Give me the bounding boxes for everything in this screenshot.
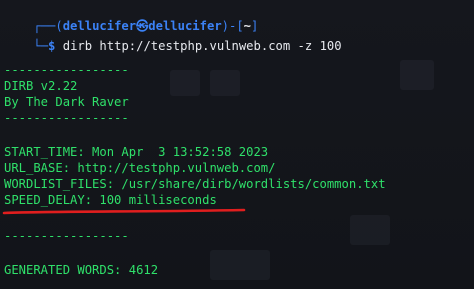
output-start-time: START_TIME: Mon Apr 3 13:52:58 2023: [4, 145, 269, 159]
command-name: dirb: [62, 39, 93, 53]
terminal-window[interactable]: ┌──(dellucifer㉿dellucifer)-[~] └─$ dirb …: [0, 0, 474, 289]
red-underline-annotation: [2, 208, 246, 215]
output-separator: -----------------: [4, 111, 129, 125]
output-separator: -----------------: [4, 63, 129, 77]
output-url-base: URL_BASE: http://testphp.vulnweb.com/: [4, 161, 276, 175]
output-banner-author: By The Dark Raver: [4, 95, 129, 109]
desktop-icon-ghost: [350, 215, 390, 245]
command-option-value: 100: [312, 39, 342, 53]
desktop-icon-ghost: [210, 250, 270, 280]
command-option: -z: [290, 39, 313, 53]
command-url-arg: http://testphp.vulnweb.com: [92, 39, 291, 53]
output-banner-title: DIRB v2.22: [4, 79, 78, 93]
prompt-corner-bottom: └─: [33, 39, 49, 53]
output-separator: -----------------: [4, 229, 129, 243]
desktop-icon-ghost: [400, 60, 434, 90]
command-line[interactable]: └─$ dirb http://testphp.vulnweb.com -z 1…: [4, 22, 341, 53]
desktop-icon-ghost: [170, 70, 200, 96]
output-generated-words: GENERATED WORDS: 4612: [4, 263, 159, 277]
output-speed-delay: SPEED_DELAY: 100 milliseconds: [4, 193, 217, 207]
prompt-line: ┌──(dellucifer㉿dellucifer)-[~]: [4, 2, 258, 33]
output-wordlist-files: WORDLIST_FILES: /usr/share/dirb/wordlist…: [4, 177, 386, 191]
desktop-icon-ghost: [210, 70, 240, 96]
prompt-dollar: $: [48, 39, 63, 53]
